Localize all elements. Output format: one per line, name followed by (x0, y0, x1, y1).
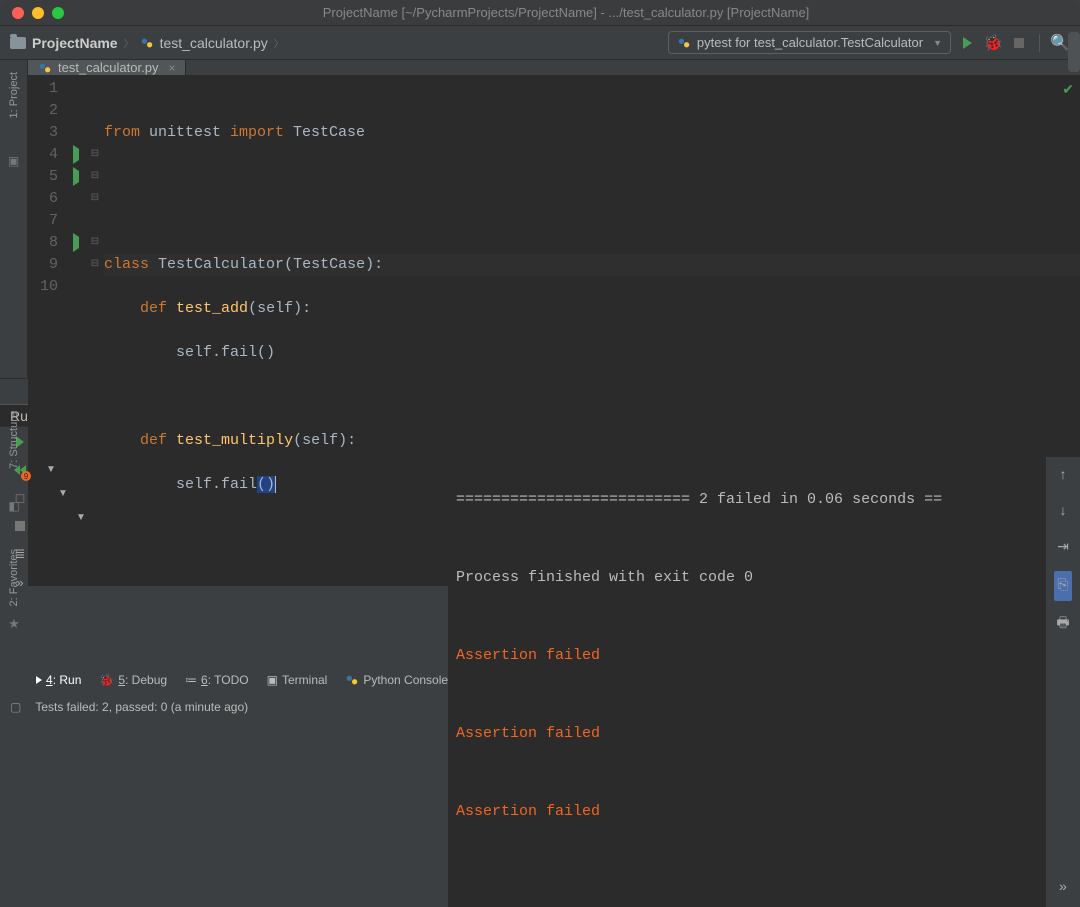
structure-icon[interactable]: ◧ (8, 499, 19, 513)
editor-tabs: test_calculator.py × (28, 60, 1080, 76)
console-line: Process finished with exit code 0 (456, 565, 1072, 591)
run-configuration-label: pytest for test_calculator.TestCalculato… (697, 35, 923, 50)
console-error-line: Assertion failed (456, 799, 1072, 825)
run-button[interactable] (957, 33, 977, 53)
run-line-marker-icon[interactable] (66, 144, 86, 166)
chevron-right-icon: 〉 (274, 35, 284, 50)
left-side-labels: 7: Structure ◧ 2: Favorites ★ (0, 388, 28, 632)
status-more-icon[interactable]: ▢ (10, 700, 21, 714)
debug-tab[interactable]: 🐞 5: Debug (99, 673, 167, 687)
expand-icon[interactable]: ▼ (46, 464, 56, 475)
structure-tool-tab[interactable]: 7: Structure (8, 412, 20, 469)
separator (1039, 34, 1040, 52)
window-title: ProjectName [~/PycharmProjects/ProjectNa… (64, 5, 1068, 20)
main-area: 1: Project ▣ test_calculator.py × ✔ 1234… (0, 60, 1080, 378)
run-line-marker-icon[interactable] (66, 232, 86, 254)
stop-button[interactable] (1009, 33, 1029, 53)
print-icon[interactable]: 🖶 (1056, 611, 1069, 637)
chevron-right-icon: 〉 (124, 35, 134, 50)
python-file-icon (38, 61, 52, 75)
editor-tab[interactable]: test_calculator.py × (28, 60, 186, 75)
pytest-icon (677, 36, 691, 50)
titlebar: ProjectName [~/PycharmProjects/ProjectNa… (0, 0, 1080, 26)
expand-icon[interactable]: ▼ (58, 488, 68, 499)
gutter-run-marks (66, 76, 86, 586)
folder-icon (10, 37, 26, 49)
console-error-line: Assertion failed (456, 643, 1072, 669)
run-tab[interactable]: 4: Run (36, 673, 81, 687)
debug-button[interactable]: 🐞 (983, 33, 1003, 53)
window-maximize-button[interactable] (52, 7, 64, 19)
star-icon[interactable]: ★ (8, 616, 20, 632)
python-file-icon (140, 36, 154, 50)
window-close-button[interactable] (12, 7, 24, 19)
left-tool-gutter: 1: Project ▣ (0, 60, 28, 378)
folder-closed-icon[interactable]: ▣ (8, 154, 19, 168)
run-configuration-select[interactable]: pytest for test_calculator.TestCalculato… (668, 31, 951, 54)
line-numbers: 12345678910 (28, 76, 66, 586)
terminal-tab[interactable]: ▣ Terminal (267, 673, 328, 687)
export-icon[interactable]: ⎘ (1054, 571, 1071, 601)
more-icon[interactable]: » (1059, 875, 1067, 901)
search-button[interactable]: 🔍 (1050, 33, 1070, 53)
todo-tab[interactable]: ≔ 6: TODO (185, 673, 249, 687)
breadcrumb: ProjectName 〉 test_calculator.py 〉 (10, 35, 284, 51)
window-minimize-button[interactable] (32, 7, 44, 19)
close-tab-icon[interactable]: × (168, 61, 175, 75)
favorites-tool-tab[interactable]: 2: Favorites (8, 549, 20, 606)
main-toolbar: ProjectName 〉 test_calculator.py 〉 pytes… (0, 26, 1080, 60)
editor-tab-label: test_calculator.py (58, 60, 158, 75)
python-console-tab[interactable]: Python Console (345, 673, 448, 687)
traffic-lights (12, 7, 64, 19)
project-tool-tab[interactable]: 1: Project (8, 66, 20, 124)
breadcrumb-file[interactable]: test_calculator.py (160, 35, 268, 51)
expand-icon[interactable]: ▼ (76, 512, 86, 523)
chevron-down-icon: ▼ (933, 38, 942, 48)
breadcrumb-project[interactable]: ProjectName (32, 35, 118, 51)
editor-wrap: test_calculator.py × ✔ 12345678910 ⊟⊟⊟⊟⊟ (28, 60, 1080, 378)
editor-scrollbar[interactable] (1068, 32, 1080, 72)
status-message: Tests failed: 2, passed: 0 (a minute ago… (35, 700, 248, 714)
run-line-marker-icon[interactable] (66, 166, 86, 188)
fold-marks: ⊟⊟⊟⊟⊟ (86, 76, 104, 586)
